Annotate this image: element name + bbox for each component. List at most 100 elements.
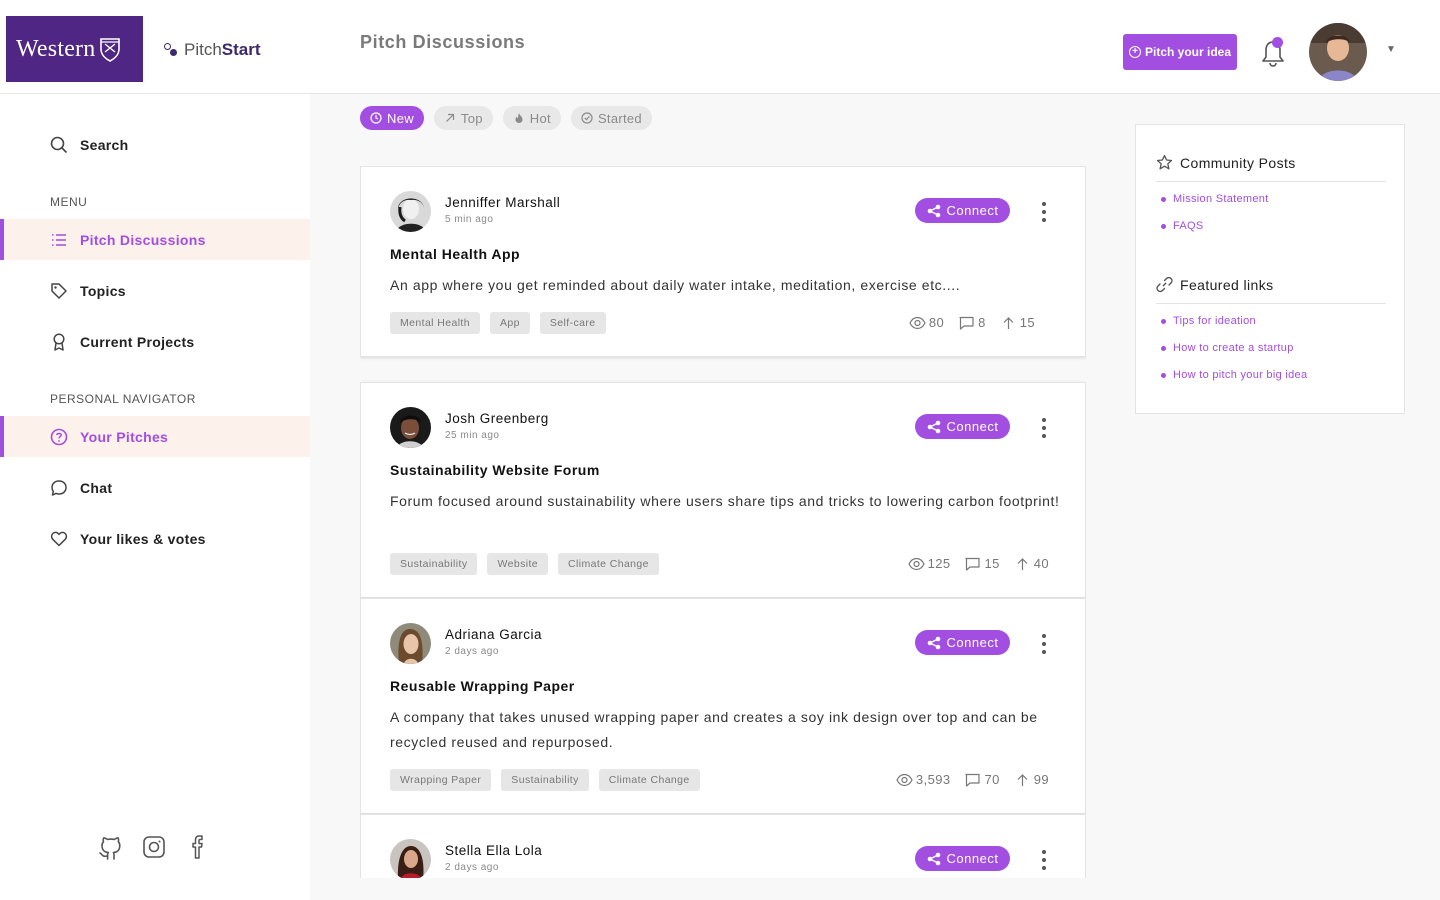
tag-chip[interactable]: App [489,312,530,334]
post-title[interactable]: Sustainability Website Forum [390,462,600,478]
page-title: Pitch Discussions [360,32,526,52]
sidebar-item-your-pitches[interactable]: Your Pitches [0,416,310,457]
post-time: 2 days ago [445,862,499,873]
pitch-feed: Jenniffer Marshall 5 min ago Connect Men… [360,166,1086,878]
post-card[interactable]: Adriana Garcia 2 days ago Connect Reusab… [360,598,1086,814]
link-how-to-pitch[interactable]: How to pitch your big idea [1161,369,1307,381]
votes-stat[interactable]: 40 [1014,556,1049,571]
more-options-icon[interactable] [1035,634,1053,654]
link-tips-for-ideation[interactable]: Tips for ideation [1161,315,1256,327]
main-content: New Top Hot Started Jenniffer Marshall 5… [310,94,1440,900]
logo-wordmark: Western [16,35,96,62]
post-tags: Wrapping Paper Sustainability Climate Ch… [390,769,700,791]
search-icon [50,136,68,154]
clock-icon [370,112,382,124]
tag-chip[interactable]: Climate Change [598,769,700,791]
community-posts-heading: Community Posts [1156,154,1296,171]
author-avatar[interactable] [390,191,431,232]
views-count: 125 [927,556,951,571]
post-stats: 3,593 70 99 [896,772,1049,787]
author-avatar[interactable] [390,407,431,448]
pitch-your-idea-button[interactable]: + Pitch your idea [1123,34,1237,70]
heart-icon [50,530,68,548]
filter-started[interactable]: Started [570,106,652,130]
connect-button[interactable]: Connect [915,198,1010,223]
western-logo[interactable]: Western [6,16,143,82]
link-faqs[interactable]: FAQS [1161,220,1204,232]
instagram-icon[interactable] [142,834,166,860]
filter-label: Started [597,110,642,126]
post-title[interactable]: Mental Health App [390,246,520,262]
github-icon[interactable] [98,834,122,860]
facebook-icon[interactable] [186,834,210,860]
personal-section-label: PERSONAL NAVIGATOR [50,392,196,406]
more-options-icon[interactable] [1035,418,1053,438]
tag-chip[interactable]: Sustainability [390,553,478,575]
tag-chip[interactable]: Sustainability [501,769,589,791]
link-how-to-create-a-startup[interactable]: How to create a startup [1161,342,1294,354]
comments-stat[interactable]: 70 [964,772,999,787]
votes-stat[interactable]: 99 [1014,772,1049,787]
post-time: 5 min ago [445,214,494,225]
bullet-dot [1161,345,1166,351]
comments-stat[interactable]: 8 [958,315,986,330]
bullet-dot [1161,318,1166,324]
connect-button[interactable]: Connect [915,846,1010,871]
author-name[interactable]: Stella Ella Lola [445,843,542,858]
author-avatar[interactable] [390,623,431,664]
votes-count: 15 [1019,315,1035,330]
tag-chip[interactable]: Self-care [539,312,606,334]
sidebar-item-label: Search [80,136,129,153]
author-avatar[interactable] [390,839,431,878]
post-card[interactable]: Josh Greenberg 25 min ago Connect Sustai… [360,382,1086,598]
sidebar-item-label: Your Pitches [80,428,169,445]
tag-chip[interactable]: Mental Health [390,312,480,334]
post-title[interactable]: Reusable Wrapping Paper [390,678,575,694]
sidebar-item-pitch-discussions[interactable]: Pitch Discussions [0,219,310,260]
sidebar-item-label: Pitch Discussions [80,231,206,248]
sidebar-item-likes-votes[interactable]: Your likes & votes [0,518,310,559]
votes-stat[interactable]: 15 [1000,315,1035,330]
chevron-down-icon[interactable]: ▼ [1386,44,1396,55]
sidebar-item-current-projects[interactable]: Current Projects [0,321,310,362]
post-tags: Mental Health App Self-care [390,312,606,334]
connect-button[interactable]: Connect [915,630,1010,655]
filter-label: Hot [529,110,551,126]
tag-chip[interactable]: Website [487,553,549,575]
arrow-up-icon [1003,316,1014,329]
brand-light: Pitch [184,40,222,59]
link-icon [1156,276,1173,293]
post-description: A company that takes unused wrapping pap… [390,709,1038,750]
author-name[interactable]: Josh Greenberg [445,411,549,426]
social-links [98,834,210,860]
user-avatar[interactable] [1309,23,1367,81]
pitchstart-brand[interactable]: Pitch Start [164,40,261,60]
sidebar-item-topics[interactable]: Topics [0,270,310,311]
pitch-button-label: Pitch your idea [1144,45,1232,59]
sidebar-item-chat[interactable]: Chat [0,467,310,508]
connect-label: Connect [946,203,999,218]
featured-links-title: Featured links [1180,276,1274,293]
comments-stat[interactable]: 15 [964,556,999,571]
sidebar-item-label: Current Projects [80,333,195,350]
more-options-icon[interactable] [1035,850,1053,870]
sidebar-item-search[interactable]: Search [0,124,310,165]
divider [1156,303,1386,304]
post-stats: 125 15 40 [907,556,1049,571]
tag-chip[interactable]: Climate Change [558,553,659,575]
filter-top[interactable]: Top [433,106,493,130]
filter-hot[interactable]: Hot [502,106,561,130]
link-mission-statement[interactable]: Mission Statement [1161,193,1269,205]
tag-chip[interactable]: Wrapping Paper [390,769,492,791]
connect-button[interactable]: Connect [915,414,1010,439]
award-icon [50,332,68,351]
more-options-icon[interactable] [1035,202,1053,222]
post-card[interactable]: Stella Ella Lola 2 days ago Connect [360,814,1086,878]
right-panel: Community Posts Mission Statement FAQS F… [1135,124,1405,414]
author-name[interactable]: Jenniffer Marshall [445,195,560,210]
filter-new[interactable]: New [360,106,424,130]
post-time: 2 days ago [445,646,499,657]
post-card[interactable]: Jenniffer Marshall 5 min ago Connect Men… [360,166,1086,357]
author-name[interactable]: Adriana Garcia [445,627,542,642]
filter-tabs: New Top Hot Started [360,106,652,130]
